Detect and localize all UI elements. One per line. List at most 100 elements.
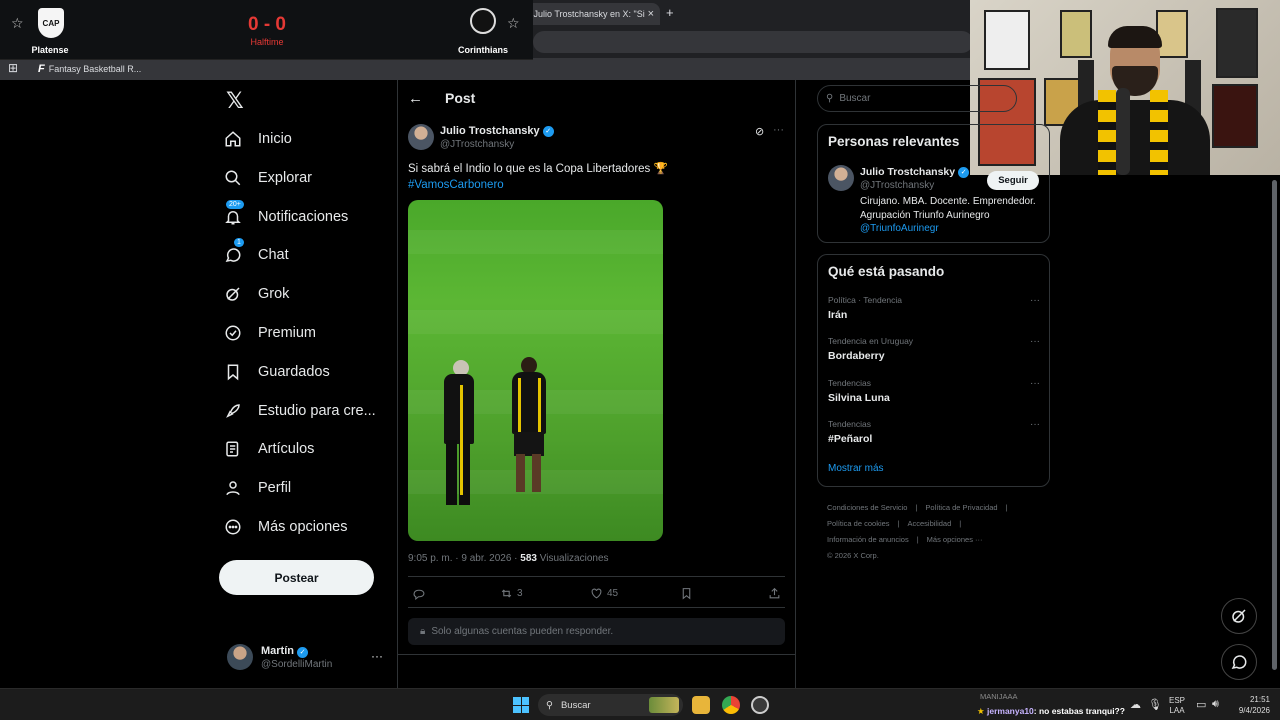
trend-more-icon[interactable]: ··· — [1030, 336, 1040, 347]
post-button[interactable]: Postear — [219, 560, 374, 595]
chrome-icon[interactable] — [722, 696, 740, 714]
bell-icon: 20+ — [222, 200, 244, 228]
author-avatar[interactable] — [408, 124, 434, 150]
footer-link[interactable]: Condiciones de Servicio — [827, 503, 907, 512]
chat-username: jermanya10 — [987, 706, 1034, 716]
trend-item[interactable]: Tendencias Silvina Luna ··· — [828, 378, 1040, 404]
favorite-home-star-icon[interactable]: ☆ — [11, 15, 24, 32]
reply-button[interactable] — [412, 587, 425, 600]
nav-label: Perfil — [258, 480, 292, 496]
relevant-person-name[interactable]: Julio Trostchansky ✓ — [860, 166, 970, 178]
footer-link[interactable]: Política de cookies — [827, 519, 890, 528]
trend-item[interactable]: Tendencia en Uruguay Bordaberry ··· — [828, 336, 1040, 362]
obs-icon[interactable] — [751, 696, 769, 714]
bookmark-icon — [682, 588, 691, 600]
nav-item-premium[interactable]: Premium — [222, 318, 316, 348]
nav-item-explorar[interactable]: Explorar — [222, 163, 312, 193]
footer-link[interactable]: Política de Privacidad — [925, 503, 997, 512]
divider — [408, 607, 785, 608]
account-switcher[interactable]: Martín ✓ @SordelliMartin ··· — [227, 643, 387, 673]
bookmark-button[interactable] — [680, 587, 693, 600]
network-icon[interactable]: ▭ — [1196, 698, 1206, 711]
nav-item-articulos[interactable]: Artículos — [222, 434, 314, 464]
trend-more-icon[interactable]: ··· — [1030, 419, 1040, 430]
nav-item-grok[interactable]: Grok — [222, 279, 289, 309]
trend-category: Tendencias — [828, 378, 872, 388]
share-button[interactable] — [768, 587, 781, 600]
system-clock[interactable]: 21:51 9/4/2026 — [1228, 694, 1270, 716]
relevant-person-handle[interactable]: @JTrostchansky — [860, 180, 934, 191]
trend-category: Política · Tendencia — [828, 295, 903, 305]
notification-badge: 20+ — [226, 200, 244, 209]
address-bar[interactable] — [533, 31, 973, 53]
page-title: Post — [445, 90, 476, 106]
x-logo-icon[interactable]: 𝕏 — [226, 88, 244, 114]
retweet-button[interactable]: 3 — [500, 587, 523, 600]
account-more-icon[interactable]: ··· — [371, 649, 383, 663]
like-button[interactable]: 45 — [590, 587, 618, 600]
grass-stripe — [408, 310, 663, 334]
match-status: Halftime — [250, 37, 284, 47]
tab-title: ) Julio Trostchansky en X: "Si — [528, 9, 645, 19]
stream-chat-previous: MANIJAAA — [980, 692, 1018, 701]
file-explorer-icon[interactable] — [692, 696, 710, 714]
footer-link[interactable]: Accesibilidad — [908, 519, 952, 528]
new-tab-button[interactable]: + — [666, 5, 674, 20]
trend-item[interactable]: Tendencias #Peñarol ··· — [828, 419, 1040, 445]
show-more-link[interactable]: Mostrar más — [828, 463, 884, 474]
trend-more-icon[interactable]: ··· — [1030, 378, 1040, 389]
author-name[interactable]: Julio Trostchansky ✓ — [440, 125, 554, 137]
volume-icon[interactable]: 🔊︎ — [1212, 698, 1219, 711]
trend-name: Silvina Luna — [828, 392, 890, 404]
nav-label: Grok — [258, 286, 290, 302]
follow-button[interactable]: Seguir — [987, 171, 1039, 190]
grok-icon — [222, 283, 244, 305]
panel-title: Personas relevantes — [828, 134, 960, 149]
tab-close-icon[interactable]: × — [648, 8, 654, 20]
taskbar-search-input[interactable]: ⚲ Buscar — [538, 694, 683, 716]
lock-icon: 🔒︎ — [420, 626, 426, 637]
trend-more-icon[interactable]: ··· — [1030, 295, 1040, 306]
post-timestamp[interactable]: 9:05 p. m. · 9 abr. 2026 · — [408, 553, 518, 564]
grok-fab-button[interactable] — [1221, 598, 1257, 634]
poster-image — [1216, 8, 1258, 78]
footer-link[interactable]: Información de anuncios — [827, 535, 909, 544]
browser-tab[interactable]: ) Julio Trostchansky en X: "Si × — [520, 3, 660, 25]
views-count: 583 — [520, 553, 537, 564]
hashtag-link[interactable]: #VamosCarbonero — [408, 177, 778, 193]
trend-item[interactable]: Política · Tendencia Irán ··· — [828, 295, 1040, 321]
keyboard-layout: LAA — [1169, 706, 1185, 715]
onedrive-icon[interactable]: ☁ — [1130, 698, 1141, 711]
bookmark-fantasy-basketball[interactable]: F Fantasy Basketball R... — [38, 63, 141, 75]
search-icon: ⚲ — [546, 699, 553, 711]
favorite-away-star-icon[interactable]: ☆ — [507, 15, 520, 32]
back-arrow-icon[interactable]: ← — [408, 90, 423, 107]
grok-explain-icon[interactable]: ⊘ — [755, 125, 764, 138]
messages-fab-button[interactable] — [1221, 644, 1257, 680]
search-input[interactable]: ⚲ Buscar — [817, 85, 1017, 112]
scroll-thumb[interactable] — [1272, 180, 1277, 670]
apps-grid-icon[interactable]: ⊞ — [8, 61, 18, 75]
nav-item-chat[interactable]: 1 Chat — [222, 238, 289, 270]
microphone-icon[interactable]: 🎙︎ — [1148, 698, 1162, 711]
nav-item-guardados[interactable]: Guardados — [222, 357, 330, 387]
panel-title: Qué está pasando — [828, 264, 945, 279]
footer-link[interactable]: Más opciones ··· — [927, 535, 983, 544]
microphone — [1116, 88, 1130, 175]
nav-item-estudio[interactable]: Estudio para cre... — [222, 396, 376, 426]
taskbar-search-placeholder: Buscar — [560, 699, 591, 711]
streamer-hair — [1108, 26, 1162, 48]
post-image[interactable] — [408, 200, 663, 541]
windows-start-icon[interactable] — [513, 697, 529, 713]
post-more-icon[interactable]: ··· — [773, 124, 784, 136]
scrollbar[interactable] — [1270, 80, 1278, 688]
author-handle[interactable]: @JTrostchansky — [440, 139, 514, 150]
nav-item-mas-opciones[interactable]: Más opciones — [222, 512, 347, 542]
nav-item-perfil[interactable]: Perfil — [222, 473, 291, 503]
trend-name: Irán — [828, 309, 848, 321]
bio-mention-link[interactable]: @TriunfoAurinegr — [860, 223, 939, 234]
language-indicator[interactable]: ESP LAA — [1166, 696, 1188, 716]
nav-item-inicio[interactable]: Inicio — [222, 124, 292, 154]
avatar[interactable] — [828, 165, 854, 191]
nav-item-notificaciones[interactable]: 20+ Notificaciones — [222, 200, 348, 232]
